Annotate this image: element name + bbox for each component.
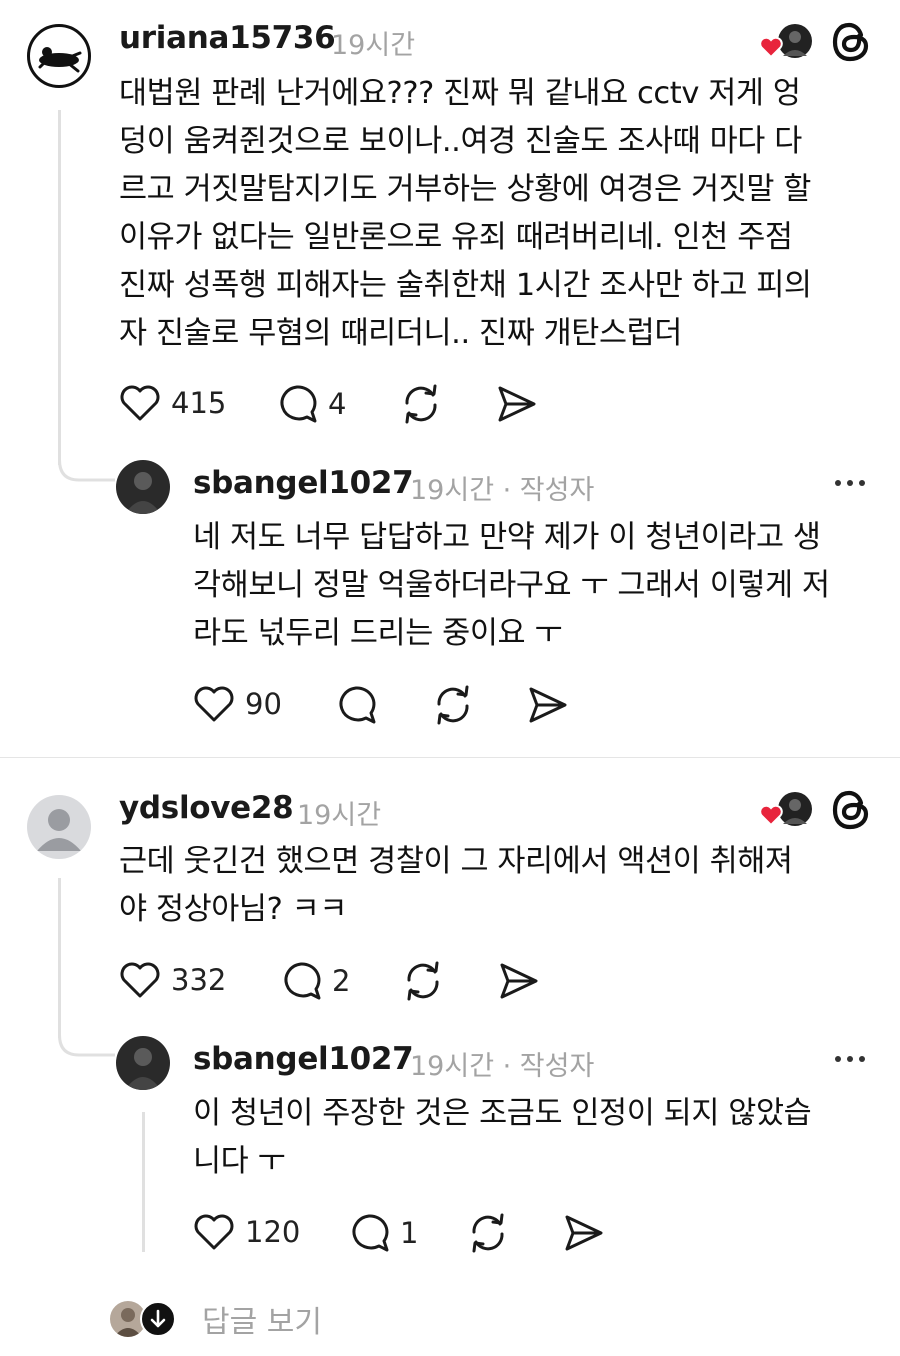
reply-line: 니다 ㅜ — [193, 1144, 286, 1179]
repost-icon[interactable] — [466, 1212, 510, 1254]
repost-icon[interactable] — [399, 383, 443, 425]
threads-logo-icon[interactable] — [830, 20, 872, 64]
share-send-icon[interactable] — [527, 685, 569, 725]
comment-line: 대법원 판례 난거에요??? 진짜 뭐 같내요 cctv 저게 엉 — [119, 76, 801, 111]
view-replies-label: 답글 보기 — [202, 1305, 322, 1340]
reply-count: 2 — [332, 964, 351, 998]
comment-body: 대법원 판례 난거에요??? 진짜 뭐 같내요 cctv 저게 엉 덩이 움켜쥔… — [119, 70, 812, 358]
comment-line: 자 진술로 무혐의 때리더니.. 진짜 개탄스럽더 — [119, 316, 682, 351]
repost-icon[interactable] — [401, 960, 445, 1002]
comment-line: 야 정상아님? ㅋㅋ — [119, 892, 347, 927]
reply-username[interactable]: sbangel1027 — [193, 1041, 414, 1077]
thread-curve — [58, 440, 115, 482]
reply-line: 라도 넋두리 드리는 중이요 ㅜ — [193, 616, 563, 651]
comment-line: 이유가 없다는 일반론으로 유죄 때려버리네. 인천 주점 — [119, 220, 793, 255]
like-count: 332 — [171, 963, 227, 997]
heart-icon — [759, 36, 783, 58]
reply-count: 1 — [400, 1216, 419, 1250]
avatar[interactable] — [27, 795, 91, 859]
reply-thread-connector — [142, 1112, 145, 1252]
comment-line: 근데 웃긴건 했으면 경찰이 그 자리에서 액션이 취해져 — [119, 844, 793, 879]
comment-line: 덩이 움켜쥔것으로 보이나..여경 진술도 조사때 마다 다 — [119, 124, 802, 159]
comment-line: 진짜 성폭행 피해자는 술취한채 1시간 조사만 하고 피의 — [119, 268, 812, 303]
like-count: 415 — [171, 386, 227, 420]
author-liked-badge — [759, 22, 815, 64]
share-send-icon[interactable] — [496, 384, 538, 424]
comment-bubble-icon — [280, 385, 317, 423]
reply-line: 각해보니 정말 억울하더라구요 ㅜ 그래서 이렇게 저 — [193, 568, 830, 603]
reply-avatar[interactable] — [116, 460, 170, 514]
timestamp: 19시간 — [331, 30, 416, 61]
reply-body: 네 저도 너무 답답하고 만약 제가 이 청년이라고 생 각해보니 정말 억울하… — [193, 514, 830, 658]
heart-outline-icon — [194, 686, 234, 722]
reply-like-button[interactable]: 120 — [193, 1212, 300, 1252]
author-liked-badge — [759, 790, 815, 832]
reply-reply-button[interactable]: 1 — [348, 1212, 418, 1254]
heart-outline-icon — [120, 385, 160, 421]
avatar-figure-icon — [38, 47, 82, 73]
reply-avatar[interactable] — [116, 1036, 170, 1090]
reply-timestamp: 19시간 · 작성자 — [410, 1051, 595, 1082]
reply-timestamp: 19시간 · 작성자 — [410, 475, 595, 506]
thread-curve — [58, 1015, 115, 1057]
heart-outline-icon — [194, 1214, 234, 1250]
reply-count: 4 — [328, 387, 347, 421]
username[interactable]: ydslove28 — [119, 790, 294, 826]
like-button[interactable]: 332 — [119, 960, 226, 1000]
reply-line: 이 청년이 주장한 것은 조금도 인정이 되지 않았습 — [193, 1096, 812, 1131]
reply-button[interactable]: 2 — [280, 960, 350, 1002]
comment-divider — [0, 757, 900, 758]
heart-outline-icon — [120, 962, 160, 998]
like-count: 90 — [245, 687, 282, 721]
like-button[interactable]: 415 — [119, 383, 226, 423]
view-replies-button[interactable]: 답글 보기 — [108, 1297, 322, 1341]
reply-line: 네 저도 너무 답답하고 만약 제가 이 청년이라고 생 — [193, 520, 821, 555]
more-options-icon[interactable] — [835, 1056, 865, 1062]
comment-body: 근데 웃긴건 했으면 경찰이 그 자리에서 액션이 취해져 야 정상아님? ㅋㅋ — [119, 838, 793, 934]
username[interactable]: uriana15736 — [119, 20, 336, 56]
default-user-icon — [37, 809, 81, 851]
thread-connector — [58, 878, 61, 1038]
chevron-down-circle-icon — [140, 1301, 176, 1337]
comment-bubble-icon — [284, 962, 321, 1000]
threads-logo-icon[interactable] — [830, 788, 872, 832]
repost-icon[interactable] — [431, 684, 475, 726]
reply-body: 이 청년이 주장한 것은 조금도 인정이 되지 않았습 니다 ㅜ — [193, 1090, 812, 1186]
avatar[interactable] — [27, 24, 91, 88]
share-send-icon[interactable] — [563, 1213, 605, 1253]
thread-connector — [58, 110, 61, 465]
comment-bubble-icon — [352, 1214, 389, 1252]
more-options-icon[interactable] — [835, 480, 865, 486]
timestamp: 19시간 — [297, 800, 382, 831]
comment-bubble-icon[interactable] — [335, 684, 377, 726]
comment-line: 르고 거짓말탐지기도 거부하는 상황에 여경은 거짓말 할 — [119, 172, 811, 207]
share-send-icon[interactable] — [498, 961, 540, 1001]
like-count: 120 — [245, 1215, 301, 1249]
reply-username[interactable]: sbangel1027 — [193, 465, 414, 501]
reply-button[interactable]: 4 — [276, 383, 346, 425]
reply-like-button[interactable]: 90 — [193, 684, 282, 724]
heart-icon — [759, 804, 783, 826]
